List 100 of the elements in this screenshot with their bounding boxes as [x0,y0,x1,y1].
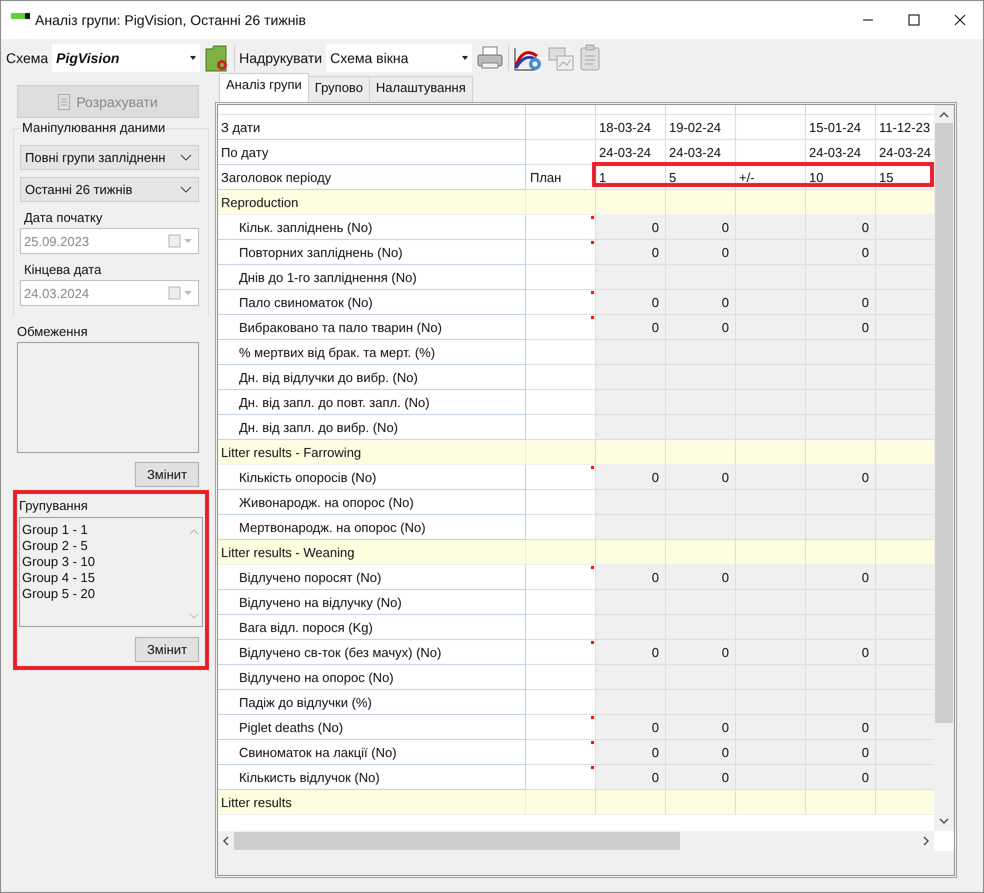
table-cell [876,465,934,490]
list-item[interactable]: Group 2 - 5 [22,538,95,554]
table-cell [876,190,934,215]
row-label: Відлучено на опорос (No) [218,665,526,690]
app-icon [11,13,31,21]
table-cell: 0 [666,465,736,490]
table-cell [876,215,934,240]
table-cell [666,190,736,215]
row-label: Відлучено поросят (No) [218,565,526,590]
print-dropdown[interactable]: Схема вікна [326,44,472,72]
scheme-label: Схема [6,50,48,66]
scrollbar-thumb[interactable] [234,832,680,850]
table-cell [876,440,934,465]
table-cell [876,315,934,340]
table-cell [666,790,736,815]
row-label: Litter results - Farrowing [218,440,526,465]
change-button[interactable]: Змінит [135,637,199,662]
list-item[interactable]: Group 4 - 15 [22,570,95,586]
row-label: По дату [218,140,526,165]
table-cell: 0 [666,315,736,340]
table-cell: 0 [596,240,666,265]
scheme-dropdown[interactable]: PigVision [52,44,200,72]
table-cell: 24-03-24 [806,140,876,165]
table-cell [596,340,666,365]
list-item[interactable]: Group 5 - 20 [22,586,95,602]
row-label: Дн. від запл. до повт. запл. (No) [218,390,526,415]
table-cell [876,615,934,640]
row-label: Кількість опоросів (No) [218,465,526,490]
table-cell [806,540,876,565]
table-cell: 19-02-24 [666,115,736,140]
end-date-label: Кінцева дата [24,262,102,277]
table-cell [876,765,934,790]
table-cell [876,365,934,390]
row-label: Пало свиноматок (No) [218,290,526,315]
table-cell: 0 [806,715,876,740]
table-cell [596,665,666,690]
row-label: Вага відл. порося (Kg) [218,615,526,640]
table-cell: 18-03-24 [596,115,666,140]
table-cell: 0 [596,290,666,315]
table-cell [806,415,876,440]
table-cell: 0 [666,290,736,315]
grouping-label: Групування [19,498,89,513]
grouping-list[interactable]: Group 1 - 1 Group 2 - 5 Group 3 - 10 Group 4 - 15 Group 5 - 20 [19,517,203,627]
tab[interactable]: Налаштування [368,76,473,102]
table-cell: 0 [806,465,876,490]
table-cell: 0 [666,715,736,740]
print-label: Надрукувати [239,50,322,66]
row-label: Piglet deaths (No) [218,715,526,740]
table-cell: 0 [806,565,876,590]
table-cell: 0 [806,240,876,265]
row-label: Дн. від відлучки до вибр. (No) [218,365,526,390]
table-cell [596,490,666,515]
row-label: Вибраковано та пало тварин (No) [218,315,526,340]
table-cell [596,540,666,565]
start-date-label: Дата початку [24,210,104,225]
table-cell: 0 [596,215,666,240]
table-cell [876,565,934,590]
tab[interactable]: Аналіз групи [219,73,309,102]
dropdown[interactable]: Останні 26 тижнів [20,177,199,202]
table-cell [876,240,934,265]
table-cell [806,190,876,215]
table-cell [666,440,736,465]
table-cell: 0 [666,765,736,790]
group-box-title: Маніпулювання даними [20,120,168,135]
row-label: % мертвих від брак. та мерт. (%) [218,340,526,365]
table-cell: 0 [806,765,876,790]
table-cell: 0 [596,465,666,490]
table-cell [666,415,736,440]
restrictions-label: Обмеження [17,324,89,339]
table-cell [876,690,934,715]
table-cell [596,615,666,640]
change-button[interactable]: Змінит [135,462,199,487]
table-cell [806,790,876,815]
row-label: Кільк. запліднень (No) [218,215,526,240]
list-item[interactable]: Group 1 - 1 [22,522,95,538]
chevron-down-icon [180,154,192,162]
table-cell: 0 [666,740,736,765]
row-label: Reproduction [218,190,526,215]
table-cell [596,365,666,390]
row-label: Свиноматок на лакції (No) [218,740,526,765]
table-cell [876,415,934,440]
table-cell [876,665,934,690]
table-cell [596,515,666,540]
table-cell [736,765,806,790]
table-cell: 0 [596,740,666,765]
printer-icon[interactable] [476,45,504,71]
table-cell [596,690,666,715]
table-cell [526,140,596,165]
restrictions-box[interactable] [17,342,199,453]
table-cell [596,265,666,290]
list-item[interactable]: Group 3 - 10 [22,554,95,570]
table-cell [876,490,934,515]
tab[interactable]: Групово [308,76,370,102]
dropdown[interactable]: Повні групи заплідненн [20,145,199,170]
scrollbar-thumb[interactable] [935,123,953,723]
table-cell: 0 [666,240,736,265]
table-cell [876,715,934,740]
table-cell [666,540,736,565]
table-cell [876,515,934,540]
clipboard-icon[interactable] [579,44,602,72]
